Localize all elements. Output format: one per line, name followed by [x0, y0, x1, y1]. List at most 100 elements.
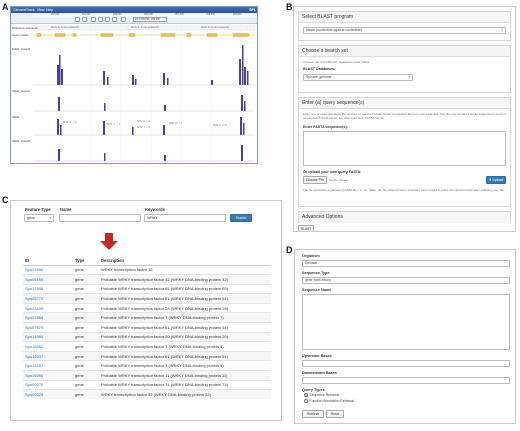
navigation-toolbar: 293,000 294,000 295,000 296,000 297,000 …: [11, 13, 257, 24]
red-arrow-icon: [105, 233, 113, 241]
organism-select[interactable]: Spinach: [302, 260, 510, 267]
sequence-name-textarea[interactable]: [302, 294, 510, 350]
blast-submit-button[interactable]: BLAST: [298, 225, 314, 231]
table-header: ID Type Description: [23, 256, 271, 266]
retrieve-button[interactable]: Retrieve: [302, 410, 324, 418]
result-type: gene: [73, 389, 99, 400]
blast-program-card: Select BLAST program blastn (nucleotide …: [298, 11, 511, 41]
table-row[interactable]: Spo22889 gene Probable WRKY transcription …: [23, 312, 271, 323]
name-input[interactable]: [59, 214, 141, 222]
search-button[interactable]: Search: [230, 214, 252, 222]
select-value: gene (with intron): [305, 278, 332, 282]
zoom-in-button[interactable]: [98, 17, 103, 22]
coverage-reverse: [58, 95, 246, 111]
snp-label[interactable]: SNV: A -> G: [137, 120, 150, 123]
column-header-description[interactable]: Description: [99, 256, 271, 266]
table-row[interactable]: Spo12037 gene Probable WRKY transcription …: [23, 350, 271, 361]
snp-label[interactable]: SNV: C -> A: [213, 124, 226, 127]
result-id-link[interactable]: Spo25772: [23, 293, 73, 304]
result-type: gene: [73, 302, 99, 313]
result-id-link[interactable]: Spo12037: [23, 350, 73, 361]
downstream-input[interactable]: [302, 377, 510, 384]
track-label-reference[interactable]: Reference sequence: [12, 26, 38, 30]
result-id-link[interactable]: Spo22889: [23, 312, 73, 323]
table-row[interactable]: Spo22506 gene WRKY transcription factor 18: [23, 264, 271, 275]
result-id-link[interactable]: Spo22506: [23, 264, 73, 275]
snp-label[interactable]: SNV: G -> A: [63, 121, 77, 124]
result-id-link[interactable]: Spo05195: [23, 274, 73, 285]
result-description: WRKY transcription factor 18: [99, 264, 271, 275]
snp-label[interactable]: SNV: T -> C: [137, 126, 150, 129]
table-row[interactable]: Spo09329 gene WRKY transcription factor 22…: [23, 389, 271, 400]
table-row[interactable]: Spo16096 gene Probable WRKY transcription …: [23, 370, 271, 381]
fasta-textarea[interactable]: [303, 131, 506, 166]
advanced-options-toggle[interactable]: Advanced Options: [299, 212, 510, 223]
result-id-link[interactable]: Spo23195: [23, 302, 73, 313]
table-row[interactable]: Spo05195 gene Probable WRKY transcription …: [23, 274, 271, 285]
blast-program-select[interactable]: blastn (nucleotide against nucleotide) ▾: [303, 27, 506, 34]
feature-type-select[interactable]: gene ▾: [24, 214, 54, 222]
column-header-id[interactable]: ID: [23, 256, 73, 266]
track-label-combined[interactable]: SpM1: [12, 115, 19, 119]
advanced-options-card[interactable]: Advanced Options: [298, 211, 511, 223]
result-id-link[interactable]: Spo17698: [23, 283, 73, 294]
track-label-forward[interactable]: SpM1_forward: [12, 47, 30, 51]
result-id-link[interactable]: Spo16096: [23, 370, 73, 381]
keywords-input[interactable]: WRKY: [144, 214, 226, 222]
sequence-type-select[interactable]: gene (with intron): [302, 277, 510, 284]
panel-letter-b: B: [286, 2, 293, 12]
table-row[interactable]: Spo14989 gene Probable WRKY transcription …: [23, 331, 271, 342]
red-arrow-head-icon: [100, 241, 118, 250]
table-row[interactable]: Spo14257 gene Probable WRKY transcription …: [23, 360, 271, 371]
table-row[interactable]: Spo00270 gene Probable WRKY transcription …: [23, 379, 271, 390]
radio-checked-icon[interactable]: [304, 393, 308, 397]
result-type: gene: [73, 350, 99, 361]
radio-function-annotation[interactable]: Function Annotation Retrieval: [304, 399, 354, 403]
highlight-button[interactable]: [121, 17, 126, 22]
query-help: Enter one or more queries in the text bo…: [303, 112, 506, 120]
result-description: Probable WRKY transcription factor 74 (W…: [99, 379, 271, 390]
ruler-tick: 294,000: [81, 13, 91, 16]
track-label-genes[interactable]: Gene models: [12, 33, 29, 37]
result-id-link[interactable]: Spo14257: [23, 360, 73, 371]
genome-browser-panel: Genome Track View Help SPL 293,000 294,0…: [10, 6, 258, 164]
upload-button[interactable]: ⬆ Upload: [486, 176, 506, 184]
grid-lines: [60, 25, 242, 163]
choose-file-button[interactable]: Choose File: [303, 176, 327, 184]
zoom-out-button[interactable]: [91, 17, 96, 22]
snp-label[interactable]: SNV: G -> T: [169, 122, 183, 125]
zoom-full-button[interactable]: [112, 17, 117, 22]
radio-unchecked-icon[interactable]: [304, 399, 308, 403]
result-type: gene: [73, 370, 99, 381]
result-id-link[interactable]: Spo07670: [23, 322, 73, 333]
column-header-type[interactable]: Type: [73, 256, 99, 266]
table-row[interactable]: Spo16362 gene Probable WRKY transcription …: [23, 341, 271, 352]
result-id-link[interactable]: Spo14989: [23, 331, 73, 342]
table-row[interactable]: Spo07670 gene Probable WRKY transcription …: [23, 322, 271, 333]
table-row[interactable]: Spo17698 gene Probable WRKY transcription …: [23, 283, 271, 294]
result-description: Probable WRKY transcription factor 61 (W…: [99, 350, 271, 361]
result-id-link[interactable]: Spo16362: [23, 341, 73, 352]
pan-right-button[interactable]: [82, 17, 87, 22]
table-row[interactable]: Spo23195 gene Probable WRKY transcription …: [23, 302, 271, 313]
table-row[interactable]: Spo25772 gene Probable WRKY transcription …: [23, 293, 271, 304]
select-value: blastn (nucleotide against nucleotide): [306, 28, 362, 32]
fasta-label: Enter FASTA sequence(s):: [303, 125, 348, 129]
pan-left-button[interactable]: [75, 17, 80, 22]
keywords-label: Keywords: [145, 207, 166, 212]
track-label-forward-2[interactable]: SpM2_forward: [12, 139, 30, 143]
ruler-tick: 293,000: [50, 13, 60, 16]
radio-sequence-retrieval[interactable]: Sequence Retrieval: [304, 393, 339, 397]
results-body: Spo22506 gene WRKY transcription factor 18…: [23, 264, 271, 400]
result-id-link[interactable]: Spo00270: [23, 379, 73, 390]
snp-label[interactable]: SNV: C -> T: [107, 123, 120, 126]
upstream-input[interactable]: [302, 360, 510, 367]
result-id-link[interactable]: Spo09329: [23, 389, 73, 400]
track-label-reverse[interactable]: SpM1_reverse: [12, 89, 30, 93]
zoom-region-button[interactable]: [105, 17, 110, 22]
blast-db-select[interactable]: Spinach genome ▾: [303, 74, 413, 81]
reset-button[interactable]: Reset: [326, 410, 344, 418]
name-label: Name: [60, 207, 72, 212]
upload-help: The file should be a plain-text FASTA fi…: [303, 188, 505, 192]
location-input[interactable]: chr4:293,800..299,000: [133, 17, 167, 22]
